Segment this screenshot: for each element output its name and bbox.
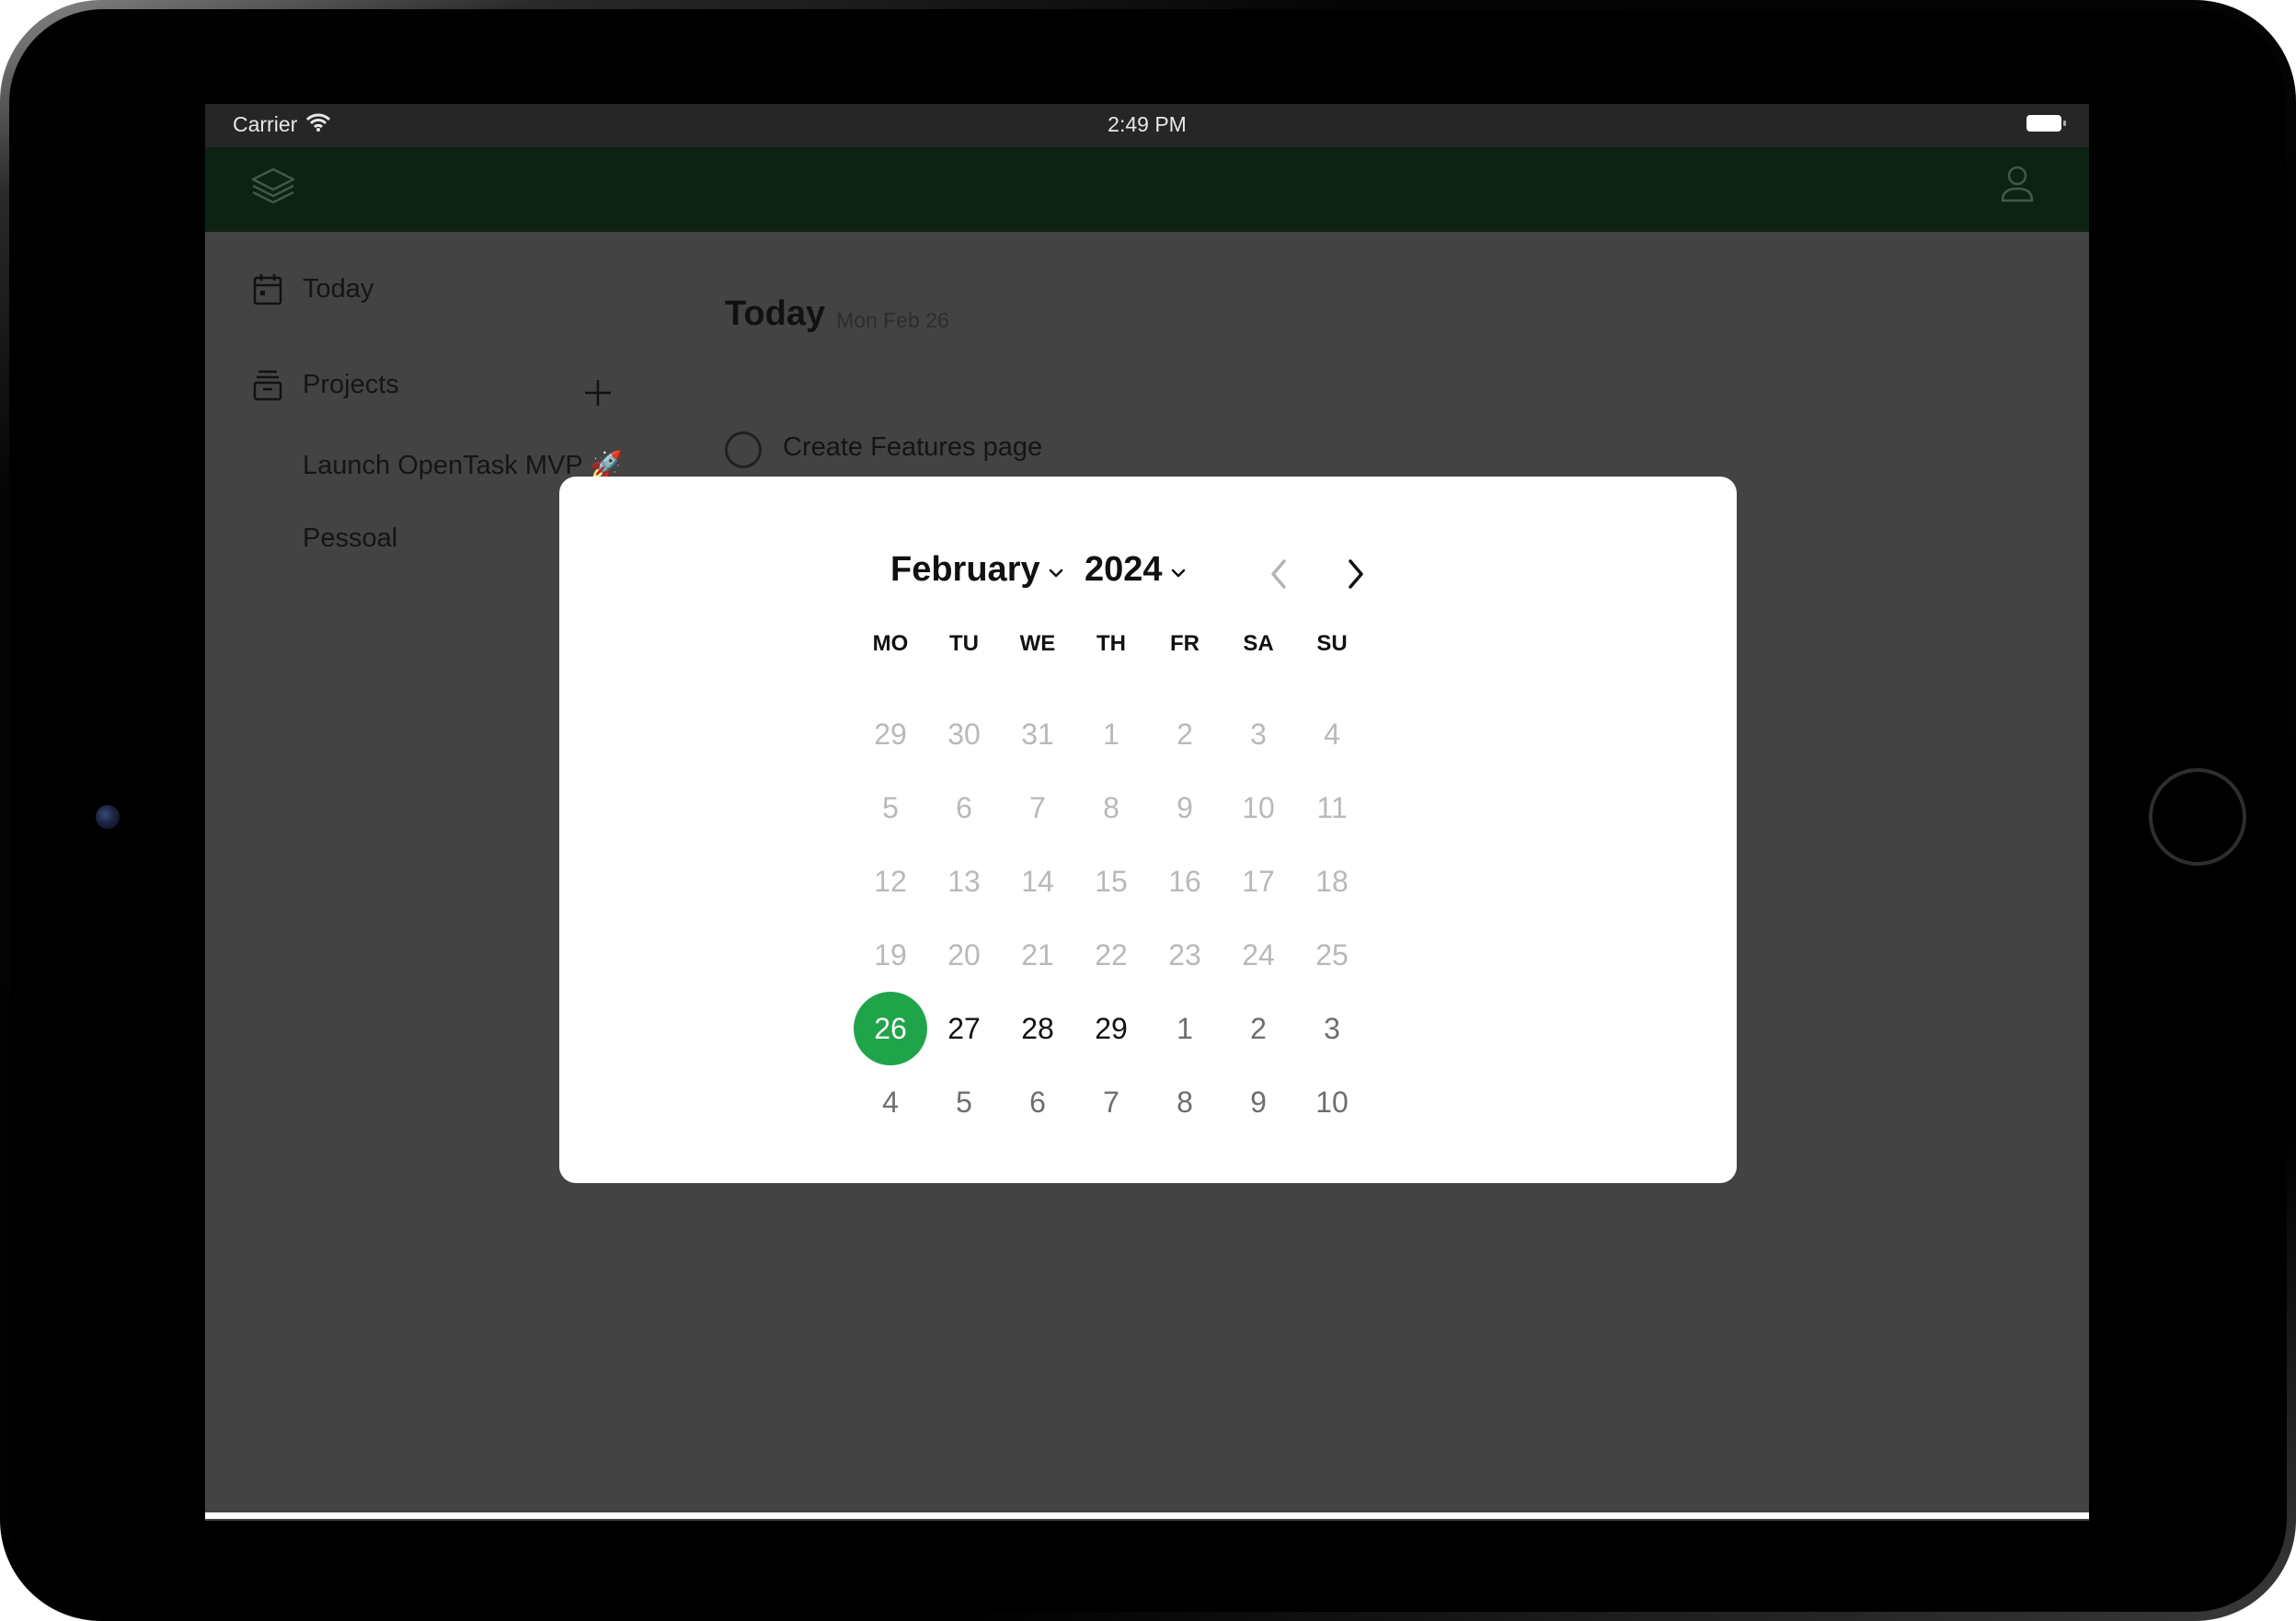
weekday-header: MO TU WE TH FR SA SU (854, 631, 1369, 657)
calendar-day: 25 (1315, 937, 1349, 971)
battery-icon (2026, 115, 2066, 132)
calendar-day: 31 (1021, 717, 1054, 751)
app-bar (205, 147, 2089, 232)
calendar-day[interactable]: 2 (1222, 992, 1295, 1065)
calendar-day[interactable]: 1 (1148, 992, 1222, 1065)
weekday-label: TU (949, 631, 979, 656)
calendar-day: 9 (1177, 790, 1193, 824)
calendar-day: 8 (1103, 790, 1119, 824)
calendar-day: 13 (947, 864, 981, 898)
archive-icon (253, 370, 282, 401)
calendar-day: 23 (1168, 937, 1201, 971)
device-frame: Carrier 2:49 PM Today Projects Launch Op… (0, 0, 2296, 1621)
weekday-label: SA (1243, 631, 1274, 656)
calendar-day: 20 (947, 937, 981, 971)
calendar-day[interactable]: 6 (1001, 1065, 1074, 1139)
calendar-day: 22 (1095, 937, 1128, 971)
task-label[interactable]: Create Features page (783, 432, 1042, 463)
weekday-label: FR (1170, 631, 1200, 656)
screen: Carrier 2:49 PM Today Projects Launch Op… (205, 104, 2089, 1521)
calendar-day: 18 (1315, 864, 1349, 898)
calendar-day[interactable]: 27 (927, 992, 1001, 1065)
calendar-day-selected[interactable]: 26 (854, 992, 927, 1065)
calendar-day[interactable]: 9 (1222, 1065, 1295, 1139)
date-picker-dialog: February 2024 MO TU WE TH FR SA SU 29 30… (559, 477, 1737, 1183)
weekday-label: TH (1096, 631, 1126, 656)
calendar-day[interactable]: 4 (854, 1065, 927, 1139)
weekday-label: MO (872, 631, 909, 656)
month-select[interactable]: February (890, 550, 1064, 590)
status-time: 2:49 PM (1108, 112, 1187, 136)
home-indicator (205, 1512, 2089, 1519)
user-icon[interactable] (1999, 164, 2036, 204)
calendar-day[interactable]: 5 (927, 1065, 1001, 1139)
page-title: Today (725, 294, 826, 333)
calendar-day[interactable]: 29 (1074, 992, 1148, 1065)
home-button[interactable] (2149, 768, 2246, 866)
calendar-day: 11 (1316, 790, 1348, 824)
calendar-day: 15 (1095, 864, 1128, 898)
front-camera (96, 805, 120, 829)
calendar-day: 24 (1242, 937, 1275, 971)
calendar-day[interactable]: 3 (1295, 992, 1369, 1065)
calendar-day: 6 (956, 790, 972, 824)
calendar-day: 2 (1177, 717, 1193, 751)
year-select[interactable]: 2024 (1085, 550, 1187, 590)
status-bar: Carrier 2:49 PM (205, 104, 2089, 147)
weekday-label: WE (1019, 631, 1056, 656)
task-checkbox[interactable] (725, 431, 762, 468)
calendar-day: 17 (1242, 864, 1275, 898)
chevron-left-icon[interactable] (1266, 556, 1293, 592)
calendar-day: 4 (1324, 717, 1340, 751)
chevron-right-icon[interactable] (1341, 556, 1369, 592)
calendar-day[interactable]: 8 (1148, 1065, 1222, 1139)
sidebar-project-item[interactable]: Pessoal (303, 523, 397, 554)
calendar-day: 5 (882, 790, 899, 824)
add-project-icon[interactable] (582, 377, 614, 408)
calendar-day: 21 (1021, 937, 1054, 971)
calendar-day: 29 (874, 717, 907, 751)
calendar-day[interactable]: 10 (1295, 1065, 1369, 1139)
calendar-day-number: 26 (874, 1011, 907, 1045)
calendar-day: 12 (874, 864, 907, 898)
calendar-day: 7 (1029, 790, 1046, 824)
sidebar-item-label: Projects (303, 369, 399, 399)
calendar-day: 16 (1168, 864, 1201, 898)
calendar-day[interactable]: 28 (1001, 992, 1074, 1065)
calendar-day: 10 (1242, 790, 1275, 824)
calendar-day: 30 (947, 717, 981, 751)
sidebar-item-projects[interactable]: Projects (253, 368, 399, 401)
sidebar-item-label: Today (303, 273, 374, 304)
calendar-icon (253, 274, 282, 305)
layers-icon[interactable] (249, 166, 297, 210)
sidebar-item-today[interactable]: Today (253, 272, 373, 305)
calendar-day[interactable]: 7 (1074, 1065, 1148, 1139)
year-label: 2024 (1085, 550, 1163, 589)
calendar-day: 1 (1103, 717, 1119, 751)
weekday-label: SU (1316, 631, 1348, 656)
calendar-day: 3 (1250, 717, 1267, 751)
chevron-down-icon (1171, 569, 1185, 577)
calendar-day: 14 (1021, 864, 1054, 898)
calendar-grid: 29 30 31 1 2 3 4 5 6 7 8 9 10 11 12 13 1… (854, 697, 1369, 1139)
calendar-day: 19 (874, 937, 907, 971)
chevron-down-icon (1049, 569, 1062, 577)
month-label: February (890, 550, 1040, 589)
page-date: Mon Feb 26 (836, 308, 949, 332)
